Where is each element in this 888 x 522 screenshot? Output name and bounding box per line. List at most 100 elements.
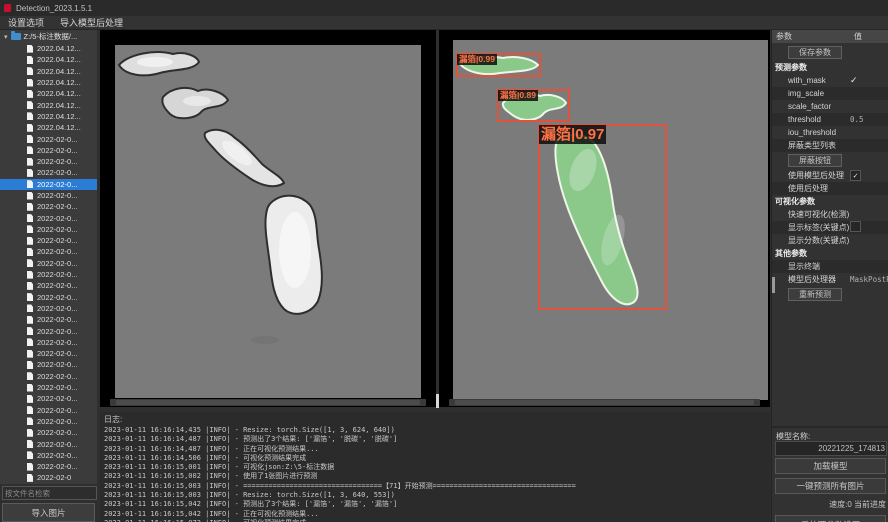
param-row[interactable]: 显示终端 <box>772 260 888 273</box>
param-row[interactable]: 显示分数(关键点) <box>772 234 888 247</box>
param-row[interactable]: 模型后处理器MaskPostPro <box>772 273 888 286</box>
file-icon <box>27 440 33 448</box>
param-row[interactable]: img_scale <box>772 87 888 100</box>
tree-item[interactable]: 2022-02-0... <box>0 246 97 257</box>
menu-item-settings[interactable]: 设置选项 <box>8 16 44 29</box>
tree-item[interactable]: 2022.04.12... <box>0 99 97 110</box>
checkmark-icon: ✓ <box>850 75 888 86</box>
param-row[interactable]: 显示标签(关键点) <box>772 221 888 234</box>
tree-item-label: 2022.04.12... <box>37 112 81 121</box>
tree-item[interactable]: 2022-02-0... <box>0 201 97 212</box>
save-params-button[interactable]: 保存参数 <box>788 46 842 59</box>
tree-item-label: 2022-02-0... <box>37 360 77 369</box>
tree-item-label: 2022-02-0... <box>37 451 77 460</box>
tree-item[interactable]: 2022-02-0... <box>0 212 97 223</box>
param-section-label: 可视化参数 <box>772 195 888 208</box>
tree-item[interactable]: 2022-02-0... <box>0 156 97 167</box>
tree-root-label: Z:/5-标注数据/... <box>24 31 78 42</box>
tree-item[interactable]: 2022.04.12... <box>0 77 97 88</box>
file-icon <box>27 180 33 188</box>
tree-item[interactable]: 2022.04.12... <box>0 122 97 133</box>
tree-item[interactable]: 2022-02-0... <box>0 269 97 280</box>
tree-item[interactable]: 2022-02-0... <box>0 224 97 235</box>
param-row[interactable]: 快速可视化(检测) <box>772 208 888 221</box>
param-label: threshold <box>788 115 850 124</box>
param-label: 模型后处理器 <box>788 274 850 285</box>
tree-item[interactable]: 2022.04.12... <box>0 111 97 122</box>
checkbox-empty-icon[interactable] <box>850 221 861 232</box>
tree-item-label: 2022-02-0... <box>37 214 77 223</box>
tree-item[interactable]: 2022-02-0 <box>0 472 97 483</box>
tree-item[interactable]: 2022.04.12... <box>0 66 97 77</box>
model-name-field[interactable]: 20221225_174813 <box>775 441 887 456</box>
tree-item[interactable]: 2022-02-0... <box>0 337 97 348</box>
tree-item[interactable]: 2022-02-0... <box>0 235 97 246</box>
tree-item[interactable]: 2022-02-0... <box>0 167 97 178</box>
param-value <box>850 221 888 234</box>
tree-item[interactable]: 2022-02-0... <box>0 133 97 144</box>
tree-item[interactable]: 2022-02-0... <box>0 427 97 438</box>
tree-item[interactable]: 2022-02-0... <box>0 359 97 370</box>
param-row[interactable]: scale_factor <box>772 100 888 113</box>
param-value: ✓ <box>850 170 888 181</box>
predict-all-button[interactable]: 一键预测所有图片 <box>775 478 886 494</box>
right-horizontal-scrollbar[interactable] <box>449 399 760 406</box>
tree-item[interactable]: 2022-02-0... <box>0 348 97 359</box>
param-row[interactable]: threshold0.5 <box>772 113 888 126</box>
params-header-value: 值 <box>854 31 862 42</box>
tree-item[interactable]: 2022.04.12... <box>0 54 97 65</box>
param-row[interactable]: 使用模型后处理✓ <box>772 169 888 182</box>
tree-item[interactable]: 2022-02-0... <box>0 461 97 472</box>
param-row[interactable]: 屏蔽类型列表 <box>772 139 888 152</box>
tree-item[interactable]: 2022-02-0... <box>0 450 97 461</box>
tree-item-label: 2022-02-0... <box>37 394 77 403</box>
tree-item[interactable]: 2022-02-0... <box>0 258 97 269</box>
param-row[interactable]: iou_threshold <box>772 126 888 139</box>
param-button[interactable]: 重新预测 <box>788 288 842 301</box>
tree-item[interactable]: 2022.04.12... <box>0 43 97 54</box>
log-line-list[interactable]: 2023-01-11 16:16:14,435 |INFO| - Resize:… <box>100 426 770 522</box>
param-button[interactable]: 屏蔽按钮 <box>788 154 842 167</box>
detection-box <box>538 124 667 310</box>
file-icon <box>27 79 33 87</box>
search-input[interactable] <box>2 486 97 500</box>
log-line: 2023-01-11 16:16:15,002 |INFO| - 使用了1张图片… <box>100 472 770 481</box>
file-icon <box>27 158 33 166</box>
caret-down-icon[interactable]: ▾ <box>4 33 8 41</box>
file-icon <box>27 203 33 211</box>
tree-item[interactable]: 2022-02-0... <box>0 190 97 201</box>
tree-item[interactable]: 2022-02-0... <box>0 280 97 291</box>
tree-item[interactable]: 2022-02-0... <box>0 393 97 404</box>
tree-item-label: 2022-02-0... <box>37 440 77 449</box>
tree-item[interactable]: 2022-02-0... <box>0 371 97 382</box>
tree-item[interactable]: 2022-02-0... <box>0 325 97 336</box>
tree-item-label: 2022.04.12... <box>37 55 81 64</box>
tree-item[interactable]: 2022-02-0... <box>0 382 97 393</box>
import-images-button[interactable]: 导入图片 <box>2 503 95 522</box>
checkbox-checked-icon[interactable]: ✓ <box>850 170 861 181</box>
tree-root[interactable]: ▾ Z:/5-标注数据/... <box>0 30 97 43</box>
postprocess-params-button[interactable]: 后处理参数设置 <box>775 515 886 522</box>
param-row[interactable]: 使用后处理 <box>772 182 888 195</box>
file-icon <box>27 169 33 177</box>
folder-icon <box>11 33 21 40</box>
left-horizontal-scrollbar[interactable] <box>110 399 426 406</box>
tree-item[interactable]: 2022.04.12... <box>0 88 97 99</box>
tree-item[interactable]: 2022-02-0... <box>0 405 97 416</box>
menu-item-import-postprocess[interactable]: 导入模型后处理 <box>60 16 123 29</box>
tree-item-label: 2022.04.12... <box>37 67 81 76</box>
load-model-button[interactable]: 加载模型 <box>775 458 886 474</box>
params-model-divider <box>772 426 888 428</box>
file-icon <box>27 451 33 459</box>
tree-item[interactable]: 2022-02-0... <box>0 292 97 303</box>
tree-item[interactable]: 2022-02-0... <box>0 438 97 449</box>
tree-item[interactable]: 2022-02-0... <box>0 416 97 427</box>
params-scrollbar[interactable] <box>772 277 775 293</box>
tree-item[interactable]: 2022-02-0... <box>0 145 97 156</box>
tree-item[interactable]: 2022-02-0... <box>0 314 97 325</box>
param-row[interactable]: with_mask✓ <box>772 74 888 87</box>
tree-item[interactable]: 2022-02-0... <box>0 179 97 190</box>
tree-item[interactable]: 2022-02-0... <box>0 303 97 314</box>
tree-item-label: 2022-02-0... <box>37 428 77 437</box>
file-icon <box>27 338 33 346</box>
